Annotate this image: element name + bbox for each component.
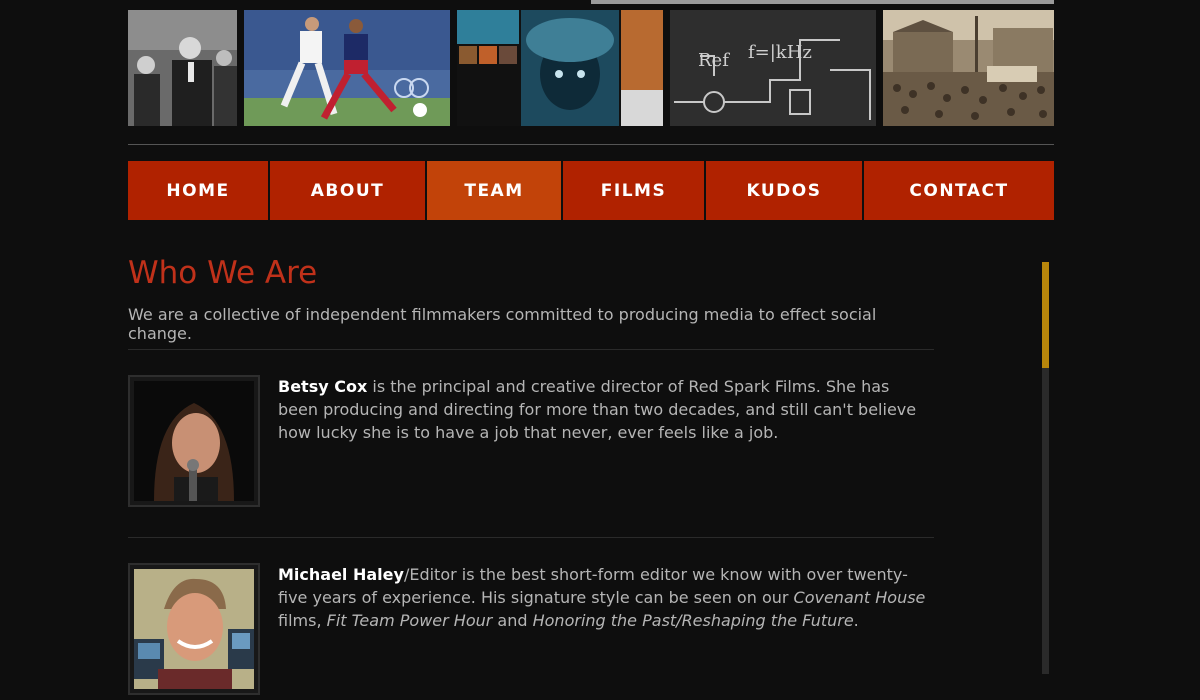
member-bio-text: films,	[278, 611, 327, 630]
header-photo-strip: Ref f=|kHz	[128, 0, 1054, 126]
film-title: Covenant House	[793, 588, 926, 607]
photo-soccer-players	[244, 10, 450, 126]
header-divider	[128, 144, 1054, 145]
film-title: Honoring the Past/Reshaping the Future	[532, 611, 854, 630]
member-bio-text: .	[853, 611, 859, 630]
member-bio-text: and	[492, 611, 533, 630]
member-photo-michael-haley	[128, 563, 260, 695]
content-scrollbar[interactable]	[1042, 262, 1049, 674]
member-bio-betsy-cox: Betsy Cox is the principal and creative …	[278, 375, 928, 444]
film-title: Fit Team Power Hour	[326, 611, 493, 630]
intro-text: We are a collective of independent filmm…	[128, 305, 877, 343]
member-name: Betsy Cox	[278, 377, 368, 396]
svg-text:f=|kHz: f=|kHz	[748, 42, 812, 63]
photo-sepia-town-square	[883, 10, 1054, 126]
member-name: Michael Haley	[278, 565, 404, 584]
section-divider	[128, 349, 934, 350]
page-title: Who We Are	[128, 255, 318, 291]
nav-team[interactable]: TEAM	[427, 161, 563, 220]
photo-mosaic-portrait	[457, 10, 663, 126]
scrollbar-thumb[interactable]	[1042, 262, 1049, 368]
nav-kudos[interactable]: KUDOS	[706, 161, 864, 220]
nav-contact[interactable]: CONTACT	[864, 161, 1054, 220]
member-divider	[128, 537, 934, 538]
photo-vintage-crowd-man	[128, 10, 237, 126]
nav-about[interactable]: ABOUT	[270, 161, 427, 220]
header-top-bar	[591, 0, 1054, 4]
nav-films[interactable]: FILMS	[563, 161, 706, 220]
svg-text:Ref: Ref	[698, 50, 730, 71]
member-bio-michael-haley: Michael Haley/Editor is the best short-f…	[278, 563, 928, 632]
main-nav: HOME ABOUT TEAM FILMS KUDOS CONTACT	[128, 161, 1054, 220]
nav-home[interactable]: HOME	[128, 161, 270, 220]
member-photo-betsy-cox	[128, 375, 260, 507]
member-bio-text: is the principal and creative director o…	[278, 377, 917, 442]
photo-chalkboard-diagram: Ref f=|kHz	[670, 10, 876, 126]
